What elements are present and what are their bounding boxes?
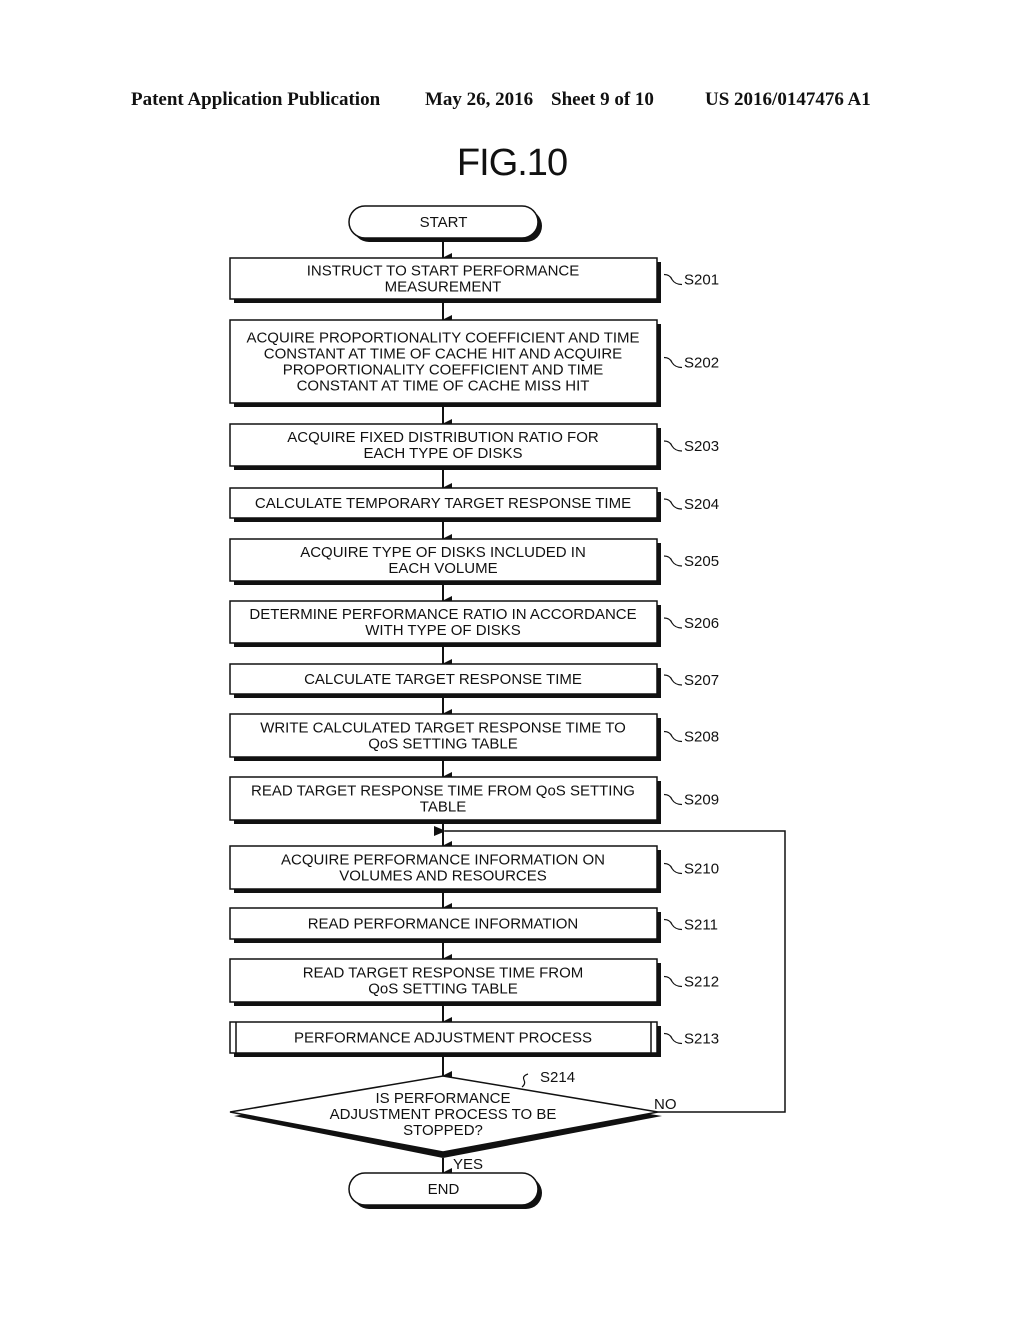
step-leader-line [663,555,683,567]
step-text: PERFORMANCE ADJUSTMENT PROCESS [294,1030,592,1047]
process-step-s210: ACQUIRE PERFORMANCE INFORMATION ONVOLUME… [229,845,719,893]
step-text: TABLE [420,799,466,816]
step-text: ACQUIRE PERFORMANCE INFORMATION ON [281,852,605,869]
process-step-s203: ACQUIRE FIXED DISTRIBUTION RATIO FOREACH… [229,423,719,470]
step-text: WRITE CALCULATED TARGET RESPONSE TIME TO [260,720,626,737]
step-leader-line [663,862,683,875]
step-leader-line [663,356,683,369]
process-step-s204: CALCULATE TEMPORARY TARGET RESPONSE TIME… [229,487,719,522]
step-text: READ TARGET RESPONSE TIME FROM QoS SETTI… [251,783,635,800]
step-leader-line [663,498,683,510]
process-step-s206: DETERMINE PERFORMANCE RATIO IN ACCORDANC… [229,600,719,647]
step-text: CONSTANT AT TIME OF CACHE MISS HIT [297,378,590,395]
step-text: DETERMINE PERFORMANCE RATIO IN ACCORDANC… [249,606,636,623]
step-text: EACH TYPE OF DISKS [364,445,523,462]
step-label: S209 [684,792,719,809]
process-step-s201: INSTRUCT TO START PERFORMANCEMEASUREMENT… [229,257,719,303]
process-step-s211: READ PERFORMANCE INFORMATION S211 [229,907,718,943]
decision-s214: IS PERFORMANCEADJUSTMENT PROCESS TO BEST… [229,1069,662,1158]
step-text: VOLUMES AND RESOURCES [339,868,547,885]
step-leader-line [663,975,683,988]
step-leader-line [663,674,683,686]
step-label: S203 [684,438,719,455]
process-step-s209: READ TARGET RESPONSE TIME FROM QoS SETTI… [229,776,719,824]
process-step-s205: ACQUIRE TYPE OF DISKS INCLUDED INEACH VO… [229,538,719,585]
decision-text: ADJUSTMENT PROCESS TO BE [330,1106,557,1123]
step-leader-line [663,617,683,629]
flowchart: START INSTRUCT TO START PERFORMANCEMEASUR… [229,205,786,1209]
step-text: QoS SETTING TABLE [368,736,518,753]
step-leader-line [663,273,683,286]
step-label: S201 [684,272,719,289]
process-step-s207: CALCULATE TARGET RESPONSE TIME S207 [229,663,719,698]
decision-text: IS PERFORMANCE [375,1090,510,1107]
process-step-s212: READ TARGET RESPONSE TIME FROMQoS SETTIN… [229,958,719,1006]
step-text: WITH TYPE OF DISKS [365,622,521,639]
step-label: S206 [684,615,719,632]
step-text: CALCULATE TARGET RESPONSE TIME [304,671,582,688]
step-leader-line [663,730,683,743]
step-label: S205 [684,553,719,570]
decision-text: STOPPED? [403,1122,483,1139]
step-text: CALCULATE TEMPORARY TARGET RESPONSE TIME [255,495,631,512]
step-text: PROPORTIONALITY COEFFICIENT AND TIME [283,362,604,379]
step-label: S212 [684,974,719,991]
step-text: QoS SETTING TABLE [368,981,518,998]
step-text: READ TARGET RESPONSE TIME FROM [303,965,584,982]
step-leader-line [663,1032,683,1045]
step-label: S204 [684,496,719,513]
process-step-s213: PERFORMANCE ADJUSTMENT PROCESS S213 [229,1021,719,1057]
step-text: INSTRUCT TO START PERFORMANCE [307,263,580,280]
step-leader-line [663,440,683,452]
process-step-s208: WRITE CALCULATED TARGET RESPONSE TIME TO… [229,713,719,761]
end-terminal: END [348,1172,542,1209]
step-label: S208 [684,729,719,746]
step-label: S202 [684,355,719,372]
step-leader-line [663,793,683,806]
process-step-s202: ACQUIRE PROPORTIONALITY COEFFICIENT AND … [229,319,719,407]
step-text: EACH VOLUME [388,560,497,577]
decision-label: S214 [540,1069,575,1086]
step-label: S207 [684,672,719,689]
step-label: S210 [684,861,719,878]
start-terminal: START [348,205,542,242]
step-text: ACQUIRE TYPE OF DISKS INCLUDED IN [300,544,586,561]
step-label: S211 [684,917,718,934]
yes-branch-label: YES [453,1156,483,1173]
step-text: ACQUIRE PROPORTIONALITY COEFFICIENT AND … [246,330,639,347]
decision-leader-line [521,1073,529,1088]
no-branch-label: NO [654,1096,677,1113]
step-text: ACQUIRE FIXED DISTRIBUTION RATIO FOR [287,429,599,446]
terminal-label: START [420,214,468,231]
terminal-label: END [428,1181,460,1198]
step-text: READ PERFORMANCE INFORMATION [308,916,579,933]
step-label: S213 [684,1031,719,1048]
step-text: MEASUREMENT [385,279,502,296]
step-leader-line [663,918,683,931]
step-text: CONSTANT AT TIME OF CACHE HIT AND ACQUIR… [264,346,622,363]
